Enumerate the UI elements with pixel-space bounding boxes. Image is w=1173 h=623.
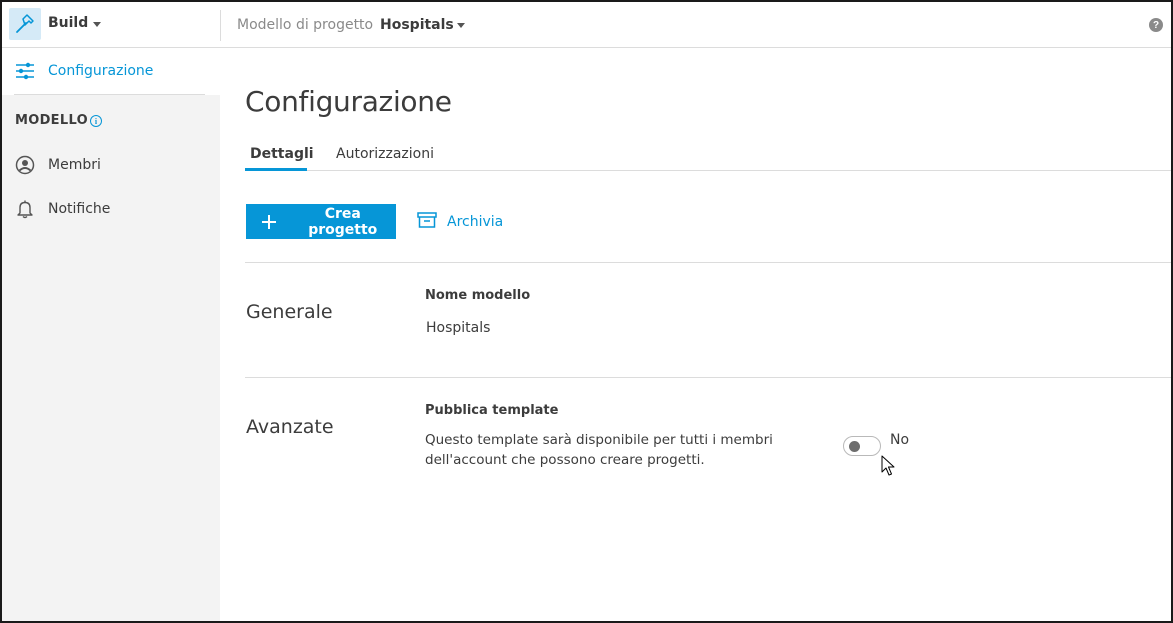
sidebar-item-label: Configurazione bbox=[48, 63, 154, 79]
description-line: dell'account che possono creare progetti… bbox=[425, 452, 705, 468]
plus-icon bbox=[262, 214, 276, 229]
publish-template-toggle[interactable] bbox=[843, 436, 881, 456]
sidebar: Configurazione MODELLO i Membri Notifich… bbox=[2, 49, 220, 621]
tabs-divider bbox=[245, 170, 1171, 171]
info-icon[interactable]: i bbox=[90, 115, 102, 127]
help-icon[interactable]: ? bbox=[1149, 18, 1163, 32]
divider bbox=[14, 94, 205, 95]
section-title-avanzate: Avanzate bbox=[246, 416, 334, 438]
toggle-knob bbox=[849, 441, 860, 452]
page-title: Configurazione bbox=[245, 85, 452, 118]
app-switcher-label[interactable]: Build bbox=[48, 15, 88, 31]
template-label: Modello di progetto bbox=[237, 17, 374, 33]
chevron-down-icon[interactable] bbox=[93, 22, 101, 27]
active-tab-indicator bbox=[245, 168, 307, 171]
field-label-template-name: Nome modello bbox=[425, 288, 531, 303]
hammer-icon[interactable] bbox=[9, 8, 41, 40]
sidebar-item-configurazione[interactable]: Configurazione bbox=[2, 49, 220, 95]
chevron-down-icon[interactable] bbox=[457, 23, 465, 28]
sidebar-section-title: MODELLO bbox=[15, 113, 88, 128]
field-description: Questo template sarà disponibile per tut… bbox=[425, 430, 805, 470]
sidebar-item-label: Notifiche bbox=[48, 201, 111, 217]
sidebar-item-label: Membri bbox=[48, 157, 101, 173]
sliders-icon bbox=[15, 61, 35, 85]
top-bar: Build Modello di progetto Hospitals ? bbox=[2, 2, 1171, 48]
archive-button[interactable]: Archivia bbox=[417, 209, 503, 235]
divider bbox=[245, 262, 1171, 263]
button-label: Crea progetto bbox=[308, 205, 378, 238]
sidebar-item-notifiche[interactable]: Notifiche bbox=[2, 189, 220, 229]
divider bbox=[220, 10, 221, 41]
bell-icon bbox=[15, 199, 35, 223]
app-window: Build Modello di progetto Hospitals ? Co… bbox=[0, 0, 1173, 623]
section-title-generale: Generale bbox=[246, 301, 333, 323]
person-icon bbox=[15, 155, 35, 179]
divider bbox=[245, 377, 1171, 378]
tab-dettagli[interactable]: Dettagli bbox=[250, 146, 314, 162]
button-label: Archivia bbox=[447, 214, 504, 230]
template-selector[interactable]: Hospitals bbox=[380, 17, 454, 33]
sidebar-item-membri[interactable]: Membri bbox=[2, 145, 220, 185]
archive-icon bbox=[417, 211, 437, 233]
description-line: Questo template sarà disponibile per tut… bbox=[425, 432, 773, 448]
field-value-template-name: Hospitals bbox=[426, 320, 491, 336]
field-label-publish-template: Pubblica template bbox=[425, 403, 559, 418]
tab-autorizzazioni[interactable]: Autorizzazioni bbox=[336, 146, 434, 162]
toggle-state-label: No bbox=[890, 432, 910, 448]
mouse-pointer-icon bbox=[881, 455, 895, 481]
create-project-button[interactable]: Crea progetto bbox=[246, 204, 396, 239]
main-content: Configurazione Dettagli Autorizzazioni C… bbox=[221, 49, 1171, 621]
